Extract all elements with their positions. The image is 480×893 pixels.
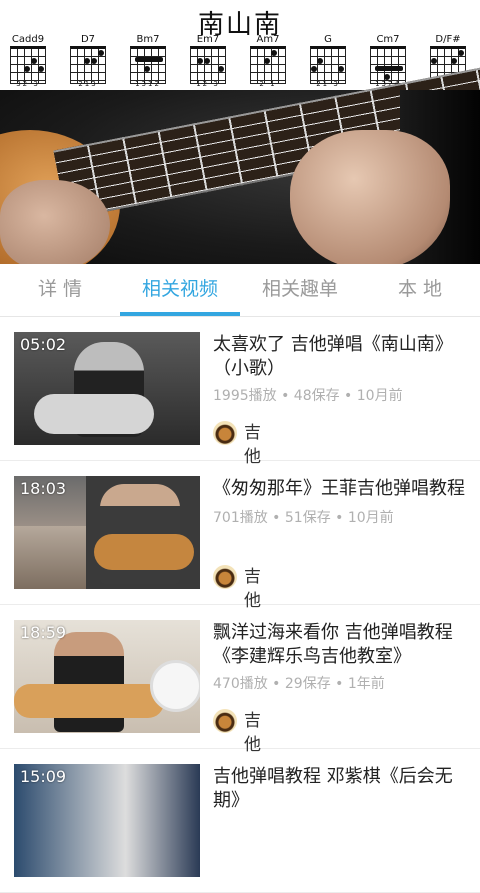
video-title[interactable]: 飘洋过海来看你 吉他弹唱教程《李建辉乐鸟吉他教室》	[213, 621, 471, 669]
chord-diagram: Bm7 1312	[124, 34, 172, 88]
video-player[interactable]: 南山南 Cadd9 32 3 D7 213 Bm7 1312 Em7 12 3 …	[0, 0, 480, 264]
guitar-avatar-icon	[213, 709, 237, 733]
chord-diagram: Cm7 1324	[364, 34, 412, 88]
video-thumbnail[interactable]: 05:02	[14, 332, 200, 445]
tab-related-videos[interactable]: 相关视频	[120, 264, 240, 316]
duration-label: 18:59	[20, 623, 67, 642]
video-frame[interactable]	[0, 62, 480, 264]
chord-diagram: G 21 3	[304, 34, 352, 88]
video-thumbnail[interactable]: 18:03	[14, 476, 200, 589]
tab-related-lists[interactable]: 相关趣单	[240, 264, 360, 316]
guitar-avatar-icon	[213, 421, 237, 445]
video-title[interactable]: 吉他弹唱教程 邓紫棋《后会无期》	[213, 765, 471, 813]
list-item[interactable]: 18:03 《匆匆那年》王菲吉他弹唱教程 701播放 • 51保存 • 10月前…	[0, 461, 480, 611]
related-video-list: 05:02 太喜欢了 吉他弹唱《南山南》（小歌） 1995播放 • 48保存 •…	[0, 317, 480, 893]
video-title[interactable]: 太喜欢了 吉他弹唱《南山南》（小歌）	[213, 333, 471, 381]
tab-details[interactable]: 详 情	[0, 264, 120, 316]
video-title[interactable]: 《匆匆那年》王菲吉他弹唱教程	[213, 477, 471, 501]
list-item[interactable]: 18:59 飘洋过海来看你 吉他弹唱教程《李建辉乐鸟吉他教室》 470播放 • …	[0, 605, 480, 755]
duration-label: 05:02	[20, 335, 67, 354]
active-tab-indicator	[120, 312, 240, 316]
chord-chart: 南山南 Cadd9 32 3 D7 213 Bm7 1312 Em7 12 3 …	[0, 0, 480, 90]
chord-diagram: Em7 12 3	[184, 34, 232, 88]
video-meta: 470播放 • 29保存 • 1年前	[213, 676, 385, 692]
tab-local[interactable]: 本 地	[360, 264, 480, 316]
video-thumbnail[interactable]: 15:09	[14, 764, 200, 877]
list-item[interactable]: 15:09 吉他弹唱教程 邓紫棋《后会无期》	[0, 749, 480, 893]
video-thumbnail[interactable]: 18:59	[14, 620, 200, 733]
guitar-avatar-icon	[213, 565, 237, 589]
video-meta: 701播放 • 51保存 • 10月前	[213, 510, 394, 526]
tab-bar: 详 情 相关视频 相关趣单 本 地	[0, 264, 480, 317]
video-meta: 1995播放 • 48保存 • 10月前	[213, 388, 403, 404]
chord-diagram: D7 213	[64, 34, 112, 88]
chord-diagram: Am7 2 1	[244, 34, 292, 88]
duration-label: 18:03	[20, 479, 67, 498]
duration-label: 15:09	[20, 767, 67, 786]
list-item[interactable]: 05:02 太喜欢了 吉他弹唱《南山南》（小歌） 1995播放 • 48保存 •…	[0, 317, 480, 467]
chord-diagram: Cadd9 32 3	[10, 34, 46, 88]
